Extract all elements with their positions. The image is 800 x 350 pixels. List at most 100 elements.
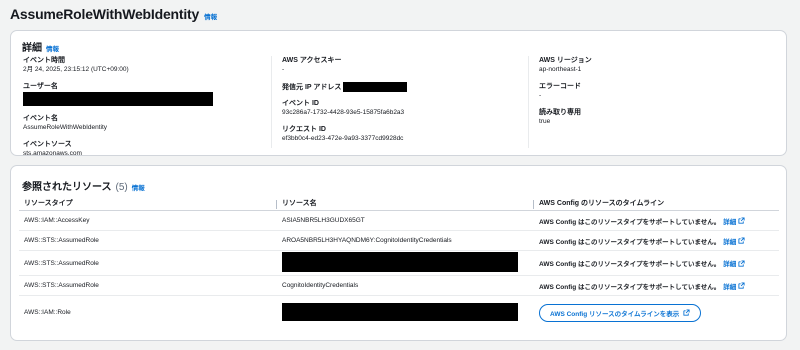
details-info-link[interactable]: 情報 (46, 43, 59, 53)
config-timeline-cell: AWS Config はこのリソースタイプをサポートしていません。 詳細 (534, 236, 779, 246)
event-id-value: 93c286a7-1732-4428-93e5-15875fa6b2a3 (282, 109, 405, 116)
resource-name-cell (277, 252, 534, 274)
redacted-block (23, 92, 213, 106)
event-source-label: イベントソース (23, 141, 72, 148)
column-header-config-timeline[interactable]: AWS Config のリソースのタイムライン (534, 197, 779, 211)
table-row: AWS::STS::AssumedRole AROA5NBR5LH3HYAQND… (19, 231, 779, 251)
config-unsupported-text: AWS Config はこのリソースタイプをサポートしていません。 (539, 238, 721, 246)
error-code-field: エラーコード - (539, 82, 779, 101)
external-link-icon (738, 217, 745, 224)
error-code-value: - (539, 92, 542, 99)
column-header-resource-type[interactable]: リソースタイプ (19, 197, 277, 211)
details-title: 詳細 (22, 43, 42, 54)
details-header: 詳細 情報 (22, 39, 59, 54)
event-id-label: イベント ID (282, 100, 319, 107)
event-name-value: AssumeRoleWithWebIdentity (23, 124, 108, 131)
details-link-label: 詳細 (723, 261, 737, 268)
column-divider (271, 56, 272, 148)
redacted-block (343, 82, 408, 92)
view-config-timeline-label: AWS Config リソースのタイムラインを表示 (550, 310, 680, 318)
resources-table: リソースタイプ リソース名 AWS Config のリソースのタイムライン AW… (19, 197, 779, 329)
redacted-block (282, 252, 518, 272)
view-config-timeline-button[interactable]: AWS Config リソースのタイムラインを表示 (539, 303, 702, 322)
table-row: AWS::STS::AssumedRole CognitoIdentityCre… (19, 276, 779, 296)
column-header-label: AWS Config のリソースのタイムライン (539, 199, 665, 207)
column-header-label: リソース名 (282, 199, 317, 207)
event-source-field: イベントソース sts.amazonaws.com (23, 140, 263, 159)
request-id-field: リクエスト ID ef3bb0c4-ed23-472e-9a93-3377cd9… (282, 125, 522, 144)
external-link-icon (738, 259, 745, 267)
config-unsupported-text: AWS Config はこのリソースタイプをサポートしていません。 (539, 261, 721, 268)
resource-name-cell: ASIA5NBR5LH3GUDX65GT (282, 217, 365, 224)
redacted-block (282, 302, 518, 321)
user-name-label: ユーザー名 (23, 83, 58, 90)
details-link[interactable]: 詳細 (723, 258, 745, 268)
event-name-label: イベント名 (23, 115, 58, 122)
source-ip-label: 発信元 IP アドレス (282, 82, 522, 92)
details-link-label: 詳細 (723, 283, 737, 291)
details-column-2: AWS アクセスキー - 発信元 IP アドレス イベント ID 93c286a… (282, 56, 522, 151)
page-info-link[interactable]: 情報 (204, 11, 217, 21)
config-unsupported-text: AWS Config はこのリソースタイプをサポートしていません。 (539, 283, 721, 291)
details-link-label: 詳細 (723, 218, 737, 226)
details-panel: 詳細 情報 イベント時間 2月 24, 2025, 23:15:12 (UTC+… (10, 30, 787, 157)
table-row: AWS::IAM::AccessKey ASIA5NBR5LH3GUDX65GT… (19, 211, 779, 231)
resources-count: (5) (115, 182, 128, 193)
details-link[interactable]: 詳細 (723, 216, 745, 226)
config-unsupported-text: AWS Config はこのリソースタイプをサポートしていません。 (539, 218, 721, 226)
column-header-label: リソースタイプ (24, 199, 73, 207)
external-link-icon (738, 282, 745, 289)
resource-type-cell: AWS::STS::AssumedRole (24, 237, 99, 244)
source-ip-field: 発信元 IP アドレス (282, 82, 522, 92)
external-link-icon (738, 237, 745, 244)
resource-type-cell: AWS::STS::AssumedRole (24, 282, 99, 289)
resource-name-cell: CognitoIdentityCredentials (282, 282, 359, 289)
event-name-field: イベント名 AssumeRoleWithWebIdentity (23, 114, 263, 133)
resource-type-cell: AWS::IAM::AccessKey (24, 217, 90, 224)
resources-info-link[interactable]: 情報 (132, 182, 145, 192)
read-only-value: true (539, 118, 551, 125)
details-column-1: イベント時間 2月 24, 2025, 23:15:12 (UTC+09:00)… (23, 56, 263, 166)
error-code-label: エラーコード (539, 83, 581, 90)
user-name-value (23, 91, 263, 110)
config-timeline-cell: AWS Config リソースのタイムラインを表示 (534, 303, 779, 322)
resource-name-cell: AROA5NBR5LH3HYAQNDM6Y:CognitoIdentityCre… (282, 237, 452, 244)
details-link-label: 詳細 (723, 238, 737, 246)
region-label: AWS リージョン (539, 57, 592, 64)
table-row: AWS::IAM::Role AWS Config リソースのタイムラインを表示 (19, 296, 779, 329)
config-timeline-cell: AWS Config はこのリソースタイプをサポートしていません。 詳細 (534, 216, 779, 226)
page-title: AssumeRoleWithWebIdentity (10, 6, 200, 22)
resource-name-cell (277, 302, 534, 323)
column-divider (528, 56, 529, 148)
details-link[interactable]: 詳細 (723, 281, 745, 291)
event-id-field: イベント ID 93c286a7-1732-4428-93e5-15875fa6… (282, 99, 522, 118)
resource-type-cell: AWS::STS::AssumedRole (24, 259, 99, 267)
column-header-resource-name[interactable]: リソース名 (277, 197, 534, 211)
details-column-3: AWS リージョン ap-northeast-1 エラーコード - 読み取り専用… (539, 56, 779, 134)
external-link-icon (683, 309, 690, 316)
table-row: AWS::STS::AssumedRole AWS Config はこのリソース… (19, 251, 779, 276)
details-link[interactable]: 詳細 (723, 236, 745, 246)
region-field: AWS リージョン ap-northeast-1 (539, 56, 779, 75)
event-time-value: 2月 24, 2025, 23:15:12 (UTC+09:00) (23, 66, 129, 73)
access-key-field: AWS アクセスキー - (282, 56, 522, 75)
page-header: AssumeRoleWithWebIdentity 情報 (10, 6, 217, 22)
user-name-field: ユーザー名 (23, 82, 263, 110)
event-time-field: イベント時間 2月 24, 2025, 23:15:12 (UTC+09:00) (23, 56, 263, 75)
resources-header: 参照されたリソース (5) 情報 (22, 178, 145, 193)
resource-type-cell: AWS::IAM::Role (24, 309, 71, 316)
request-id-label: リクエスト ID (282, 126, 326, 133)
source-ip-label-text: 発信元 IP アドレス (282, 83, 342, 91)
event-time-label: イベント時間 (23, 57, 65, 64)
read-only-label: 読み取り専用 (539, 109, 581, 116)
config-timeline-cell: AWS Config はこのリソースタイプをサポートしていません。 詳細 (534, 258, 779, 268)
config-timeline-cell: AWS Config はこのリソースタイプをサポートしていません。 詳細 (534, 281, 779, 291)
request-id-value: ef3bb0c4-ed23-472e-9a93-3377cd9928dc (282, 135, 404, 142)
read-only-field: 読み取り専用 true (539, 108, 779, 127)
access-key-label: AWS アクセスキー (282, 57, 342, 64)
resources-panel: 参照されたリソース (5) 情報 リソースタイプ リソース名 AWS Confi… (10, 165, 787, 341)
event-source-value: sts.amazonaws.com (23, 150, 82, 157)
resources-title: 参照されたリソース (22, 182, 112, 193)
table-header: リソースタイプ リソース名 AWS Config のリソースのタイムライン (19, 197, 779, 211)
region-value: ap-northeast-1 (539, 66, 582, 73)
